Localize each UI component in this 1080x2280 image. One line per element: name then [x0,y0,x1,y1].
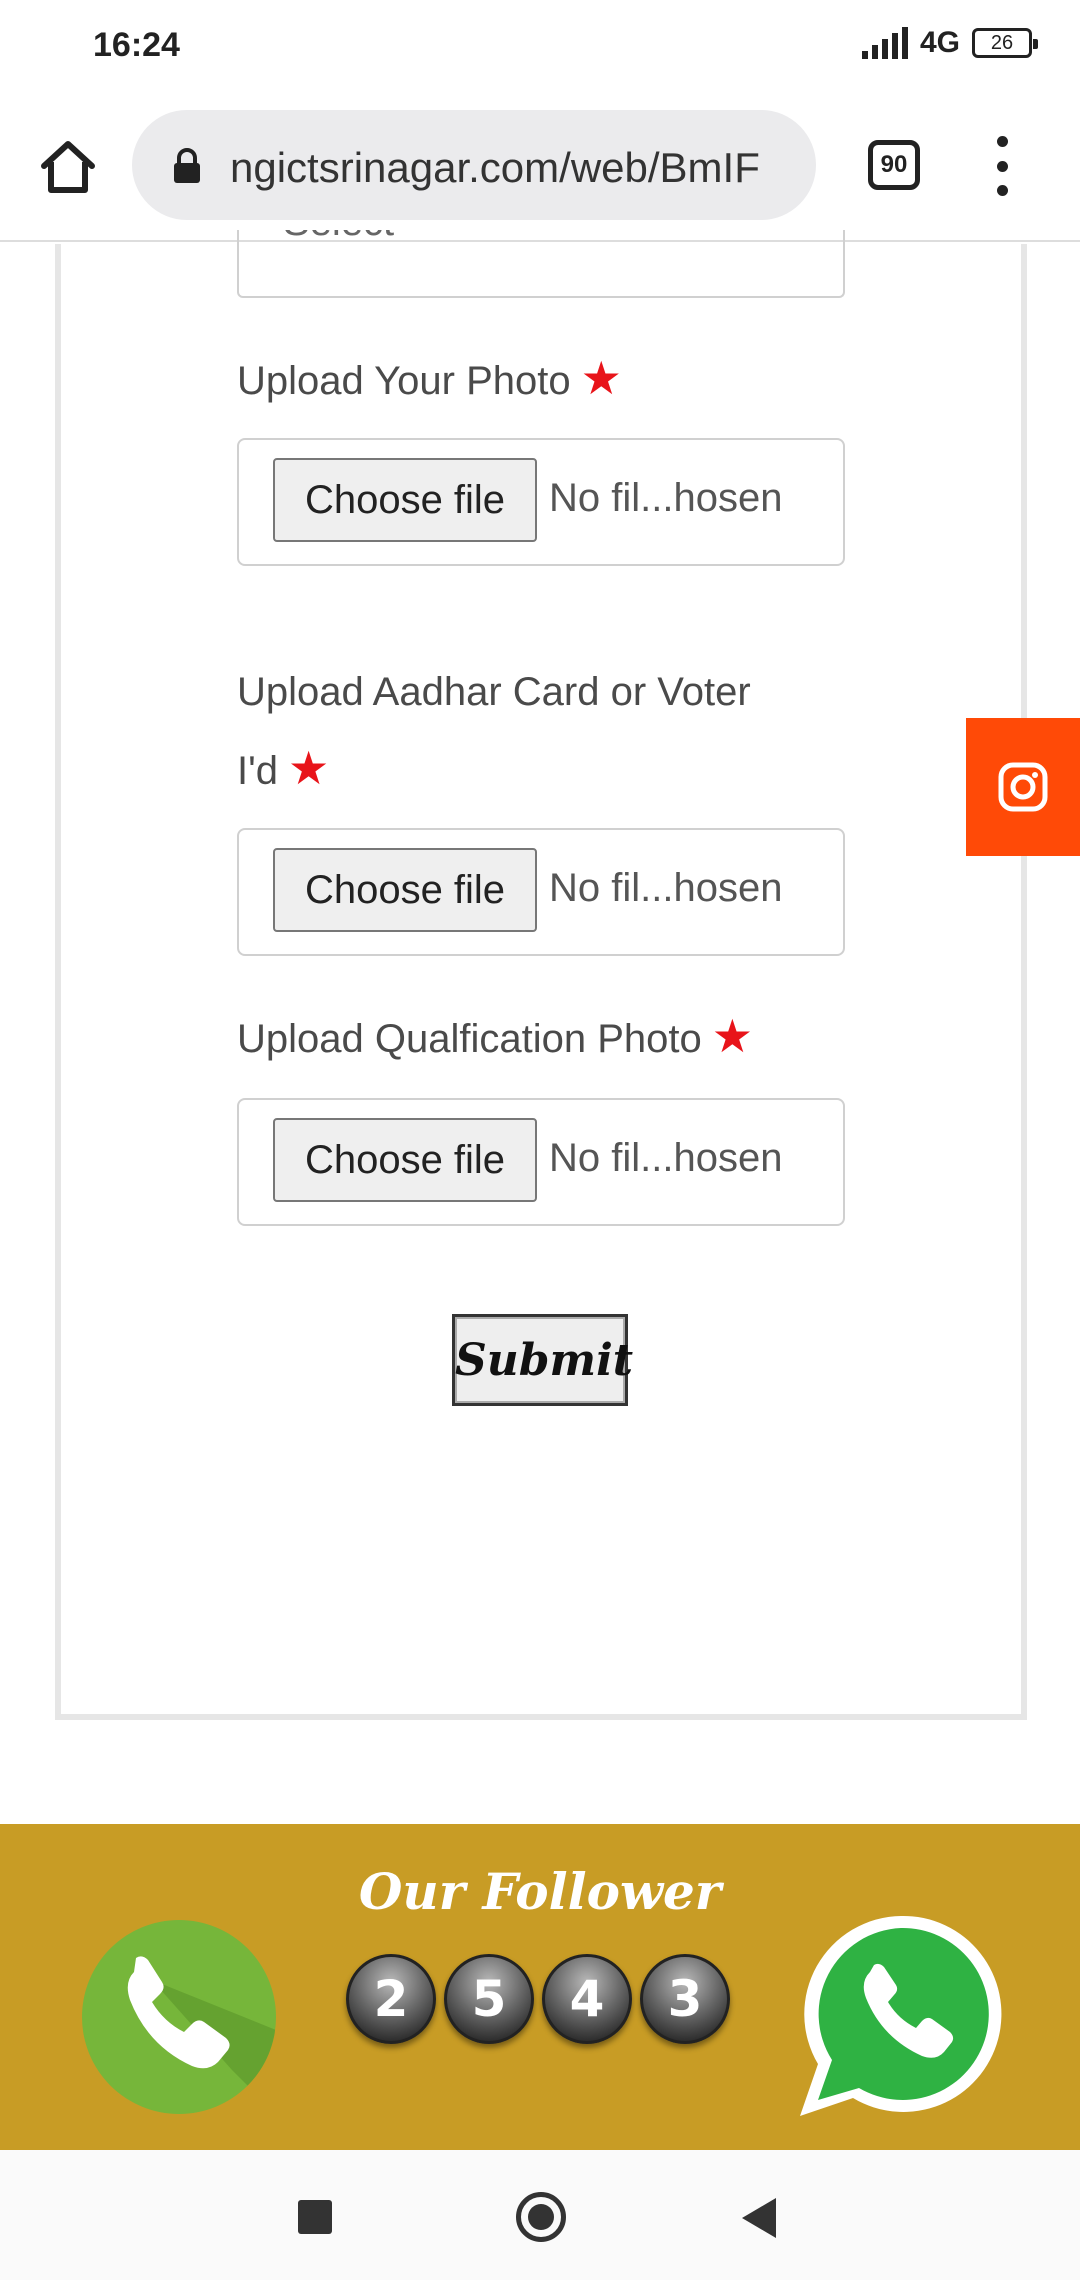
status-bar: 16:24 4G 26 [0,0,1080,96]
battery-icon: 26 [972,28,1038,58]
file-status: No fil...hosen [549,866,783,910]
status-time: 16:24 [93,26,180,64]
file-status: No fil...hosen [549,476,783,520]
tab-switcher-button[interactable]: 90 [868,140,920,190]
url-text[interactable]: ngictsrinagar.com/web/BmIF [230,144,800,192]
label-text-line2: I'd [237,749,278,793]
counter-digit: 5 [444,1954,534,2044]
call-button[interactable] [82,1920,276,2114]
file-input-qualification: Choose file No fil...hosen [237,1098,845,1226]
recents-icon[interactable] [298,2200,332,2234]
choose-file-button[interactable]: Choose file [273,458,537,542]
whatsapp-icon [800,1915,1002,2116]
label-upload-aadhar: Upload Aadhar Card or Voter I'd ★ [237,654,751,809]
required-star-icon: ★ [711,1010,753,1062]
network-type: 4G [919,26,960,59]
lock-icon [174,148,200,183]
submit-button[interactable]: Submit [452,1314,633,1406]
select-value: Select [283,230,394,245]
follower-counter: 2 5 4 3 [346,1954,730,2044]
overflow-menu-icon[interactable] [986,136,1018,196]
signal-icon [861,27,908,59]
counter-digit: 2 [346,1954,436,2044]
select-dropdown[interactable]: Select [237,230,845,298]
file-status: No fil...hosen [549,1136,783,1180]
whatsapp-button[interactable] [798,1912,1004,2122]
counter-digit: 4 [542,1954,632,2044]
instagram-icon [998,762,1048,812]
system-nav-bar [0,2150,1080,2280]
address-bar[interactable]: ngictsrinagar.com/web/BmIF [132,110,816,220]
file-input-photo: Choose file No fil...hosen [237,438,845,566]
choose-file-button[interactable]: Choose file [273,848,537,932]
file-input-aadhar: Choose file No fil...hosen [237,828,845,956]
instagram-button[interactable] [966,718,1080,856]
label-upload-qualification: Upload Qualfication Photo ★ [237,998,753,1077]
label-text: Upload Your Photo [237,359,571,403]
counter-digit: 3 [640,1954,730,2044]
back-icon[interactable] [742,2198,776,2238]
browser-toolbar: ngictsrinagar.com/web/BmIF 90 [0,96,1080,242]
label-text: Upload Qualfication Photo [237,1017,702,1061]
home-icon[interactable] [38,136,98,196]
choose-file-button[interactable]: Choose file [273,1118,537,1202]
phone-icon [127,1956,276,2114]
follower-section: Our Follower 2 5 4 3 [0,1824,1080,2150]
required-star-icon: ★ [288,742,330,794]
home-nav-icon[interactable] [516,2192,566,2242]
status-indicators: 4G 26 [861,26,1038,60]
label-upload-photo: Upload Your Photo ★ [237,340,622,419]
required-star-icon: ★ [580,352,622,404]
label-text-line1: Upload Aadhar Card or Voter [237,670,751,714]
